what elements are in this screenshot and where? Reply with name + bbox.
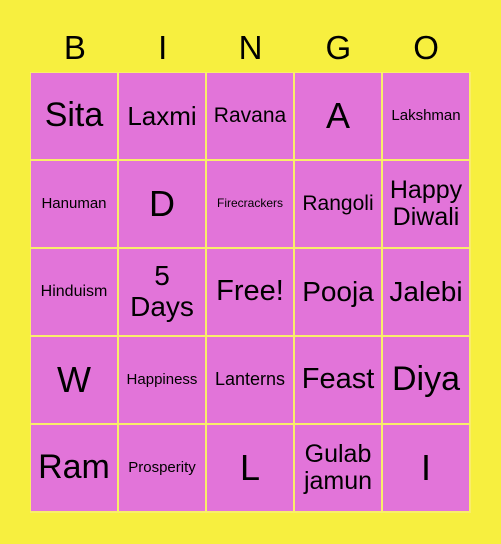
bingo-cell[interactable]: D <box>119 161 205 247</box>
bingo-cell-text: Ravana <box>213 104 287 128</box>
bingo-cell-text: Free! <box>216 275 284 308</box>
bingo-cell-text: Hinduism <box>40 283 108 301</box>
bingo-cell[interactable]: Pooja <box>295 249 381 335</box>
bingo-cell-text: Lakshman <box>391 106 461 124</box>
bingo-cell[interactable]: Diya <box>383 337 469 423</box>
bingo-cell[interactable]: Hanuman <box>31 161 117 247</box>
bingo-cell-text: Happy Diwali <box>389 175 463 231</box>
bingo-cell-text: Laxmi <box>127 100 197 131</box>
bingo-cell[interactable]: Sita <box>31 73 117 159</box>
bingo-cell-text: D <box>149 183 175 225</box>
bingo-cell[interactable]: Hinduism <box>31 249 117 335</box>
bingo-cell[interactable]: I <box>383 425 469 511</box>
bingo-cell[interactable]: Ravana <box>207 73 293 159</box>
bingo-cell[interactable]: Ram <box>31 425 117 511</box>
bingo-cell[interactable]: 5 Days <box>119 249 205 335</box>
bingo-cell[interactable]: Rangoli <box>295 161 381 247</box>
bingo-cell-text: L <box>239 447 261 489</box>
bingo-cell[interactable]: A <box>295 73 381 159</box>
bingo-header: B I N G O <box>31 26 470 70</box>
bingo-cell-text: Ram <box>38 448 110 487</box>
bingo-cell-text: W <box>57 359 91 401</box>
bingo-cell-text: A <box>325 95 350 137</box>
bingo-cell-text: I <box>420 447 431 489</box>
bingo-cell-text: Firecrackers <box>216 196 283 211</box>
header-letter-n: N <box>238 29 263 66</box>
bingo-cell-text: Lanterns <box>214 369 286 390</box>
bingo-cell[interactable]: Feast <box>295 337 381 423</box>
bingo-cell[interactable]: Lanterns <box>207 337 293 423</box>
bingo-cell[interactable]: Free! <box>207 249 293 335</box>
bingo-cell-text: 5 Days <box>130 260 194 322</box>
bingo-cell-text: Rangoli <box>302 192 374 216</box>
header-letter-o: O <box>413 29 439 66</box>
bingo-cell-text: Pooja <box>302 275 374 307</box>
bingo-cell[interactable]: W <box>31 337 117 423</box>
bingo-cell[interactable]: Laxmi <box>119 73 205 159</box>
bingo-cell[interactable]: Prosperity <box>119 425 205 511</box>
bingo-cell-text: Diya <box>391 360 461 399</box>
bingo-cell-text: Sita <box>44 96 104 135</box>
bingo-cell-text: Gulab jamun <box>303 439 373 495</box>
bingo-cell-text: Prosperity <box>128 458 196 476</box>
bingo-cell[interactable]: L <box>207 425 293 511</box>
bingo-cell[interactable]: Lakshman <box>383 73 469 159</box>
header-letter-i: I <box>158 29 168 66</box>
bingo-cell-text: Happiness <box>126 370 198 388</box>
bingo-cell[interactable]: Firecrackers <box>207 161 293 247</box>
bingo-cell[interactable]: Happiness <box>119 337 205 423</box>
bingo-cell[interactable]: Happy Diwali <box>383 161 469 247</box>
bingo-cell-text: Jalebi <box>389 275 463 307</box>
bingo-grid: Sita Laxmi Ravana A Lakshman Hanuman D Firecrac… <box>30 72 471 513</box>
bingo-cell-text: Hanuman <box>41 194 107 212</box>
bingo-cell[interactable]: Jalebi <box>383 249 469 335</box>
header-letter-g: G <box>325 29 352 66</box>
bingo-cell-text: Feast <box>301 363 375 396</box>
header-letter-b: B <box>63 29 86 66</box>
bingo-cell[interactable]: Gulab jamun <box>295 425 381 511</box>
